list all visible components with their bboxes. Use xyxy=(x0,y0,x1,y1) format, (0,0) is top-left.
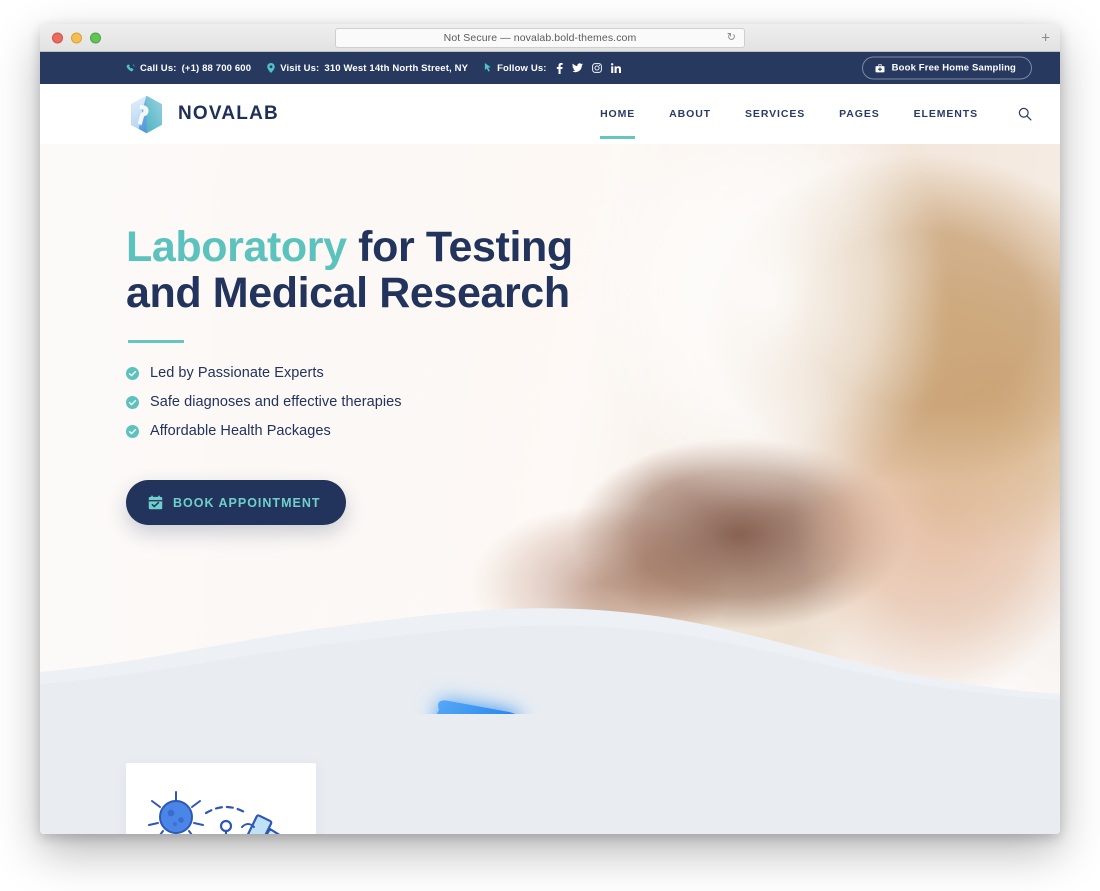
browser-chrome: Not Secure — novalab.bold-themes.com ↻ + xyxy=(40,24,1060,52)
hexagon-logo-icon xyxy=(126,94,167,135)
book-free-home-sampling-button[interactable]: Book Free Home Sampling xyxy=(861,56,1032,80)
facebook-icon[interactable] xyxy=(556,62,563,74)
desktop-background: Not Secure — novalab.bold-themes.com ↻ + xyxy=(0,0,1100,891)
site-header: NOVALAB HOME ABOUT SERVICES PAGES ELEMEN… xyxy=(40,84,1060,144)
visit-us-label: Visit Us: xyxy=(280,62,320,74)
follow-us-group: Follow Us: xyxy=(484,62,621,74)
nav-item-pages[interactable]: PAGES xyxy=(839,89,879,139)
window-traffic-lights xyxy=(52,32,101,43)
book-appointment-button[interactable]: BOOK APPOINTMENT xyxy=(126,480,347,525)
phone-number[interactable]: (+1) 88 700 600 xyxy=(182,63,252,74)
instagram-icon[interactable] xyxy=(591,63,602,73)
feature-card[interactable] xyxy=(126,763,316,834)
address-bar-text: Not Secure — novalab.bold-themes.com xyxy=(443,32,637,44)
browser-window: Not Secure — novalab.bold-themes.com ↻ + xyxy=(40,24,1060,834)
hero-title-line2: and Medical Research xyxy=(126,269,570,317)
new-tab-button[interactable]: + xyxy=(1041,30,1050,45)
hero-divider xyxy=(128,340,184,343)
search-icon[interactable] xyxy=(1018,107,1032,121)
benefit-text: Led by Passionate Experts xyxy=(150,365,324,381)
twitter-icon[interactable] xyxy=(571,63,583,73)
nav-item-services[interactable]: SERVICES xyxy=(745,89,805,139)
cursor-pointer-icon xyxy=(484,63,492,73)
hero-benefit-list: Led by Passionate Experts Safe diagnoses… xyxy=(126,365,606,439)
maximize-window-button[interactable] xyxy=(90,32,101,43)
check-circle-icon xyxy=(126,424,139,438)
address-text: 310 West 14th North Street, NY xyxy=(324,62,469,74)
logo-wordmark: NOVALAB xyxy=(178,103,279,124)
hero-section: Laboratory for Testing and Medical Resea… xyxy=(40,144,1060,714)
visit-us-group: Visit Us: 310 West 14th North Street, NY xyxy=(267,63,468,74)
benefit-text: Affordable Health Packages xyxy=(150,423,331,439)
reload-icon[interactable]: ↻ xyxy=(727,32,736,44)
social-links xyxy=(556,62,621,74)
call-us-group[interactable]: Call Us: (+1) 88 700 600 xyxy=(126,63,251,74)
medical-kit-icon xyxy=(875,63,885,73)
top-info-bar: Call Us: (+1) 88 700 600 Visit Us: 310 W… xyxy=(40,52,1060,84)
nav-item-elements[interactable]: ELEMENTS xyxy=(914,89,978,139)
blue-triangle-decoration xyxy=(425,696,529,714)
call-us-label: Call Us: xyxy=(140,62,177,74)
address-bar[interactable]: Not Secure — novalab.bold-themes.com ↻ xyxy=(335,28,745,48)
virus-research-illustration xyxy=(146,787,296,834)
location-pin-icon xyxy=(267,63,275,73)
minimize-window-button[interactable] xyxy=(71,32,82,43)
list-item: Safe diagnoses and effective therapies xyxy=(126,394,606,410)
hero-title: Laboratory for Testing and Medical Resea… xyxy=(126,224,606,316)
page-viewport: Call Us: (+1) 88 700 600 Visit Us: 310 W… xyxy=(40,52,1060,834)
benefit-text: Safe diagnoses and effective therapies xyxy=(150,394,402,410)
phone-icon xyxy=(126,63,135,73)
hero-title-accent: Laboratory xyxy=(126,223,347,271)
nav-item-home[interactable]: HOME xyxy=(600,89,636,139)
list-item: Led by Passionate Experts xyxy=(126,365,606,381)
hero-title-rest: for Testing xyxy=(346,223,573,271)
follow-us-label: Follow Us: xyxy=(497,62,547,74)
check-circle-icon xyxy=(126,395,139,409)
list-item: Affordable Health Packages xyxy=(126,423,606,439)
book-free-home-sampling-label: Book Free Home Sampling xyxy=(891,62,1016,74)
features-section xyxy=(40,714,1060,834)
site-logo[interactable]: NOVALAB xyxy=(126,94,279,135)
check-circle-icon xyxy=(126,366,139,380)
linkedin-icon[interactable] xyxy=(610,63,621,73)
book-appointment-label: BOOK APPOINTMENT xyxy=(173,495,321,510)
close-window-button[interactable] xyxy=(52,32,63,43)
top-info-bar-left: Call Us: (+1) 88 700 600 Visit Us: 310 W… xyxy=(40,62,621,74)
nav-item-about[interactable]: ABOUT xyxy=(669,89,711,139)
calendar-check-icon xyxy=(148,495,163,510)
main-navigation: HOME ABOUT SERVICES PAGES ELEMENTS xyxy=(600,89,1032,139)
hero-content: Laboratory for Testing and Medical Resea… xyxy=(126,224,606,525)
